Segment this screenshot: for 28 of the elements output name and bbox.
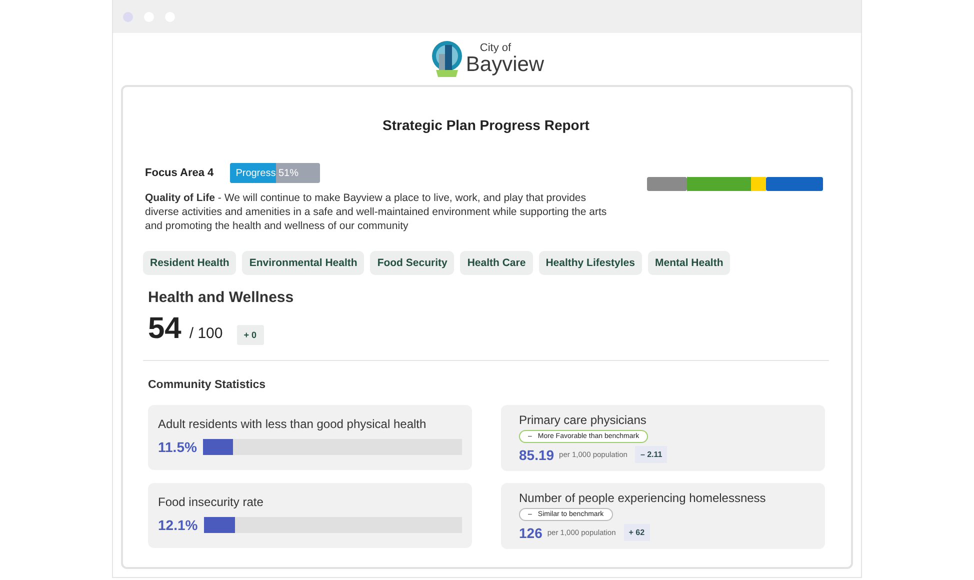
- category-tab[interactable]: Health Care: [460, 251, 533, 275]
- focus-description: Quality of Life - We will continue to make Bayview a place to live, work, and play that provides diverse activities and amenities in a safe and well-maintained environment while supporting the arts and promoting the health and wellness of our community: [145, 191, 608, 233]
- score-max: / 100: [189, 325, 223, 342]
- stat-change: – 2.11: [635, 446, 668, 463]
- stats-title: Community Statistics: [148, 379, 267, 391]
- category-tab[interactable]: Healthy Lifestyles: [538, 251, 642, 275]
- stat-value: 11.5%: [158, 439, 197, 455]
- stat-value: 126: [519, 524, 542, 540]
- stat-change: + 62: [624, 524, 650, 541]
- focus-area-label: Focus Area 4: [145, 167, 214, 179]
- section-title: Health and Wellness: [148, 289, 295, 306]
- stat-value: 85.19: [519, 446, 554, 462]
- stat-label: Food insecurity rate: [158, 495, 264, 509]
- category-tab[interactable]: Resident Health: [143, 251, 236, 275]
- progress-bar: Progress 51%: [230, 163, 320, 183]
- stat-label: Primary care physicians: [519, 413, 648, 427]
- logo-subtitle: City of: [480, 43, 512, 54]
- category-tab[interactable]: Mental Health: [648, 251, 730, 275]
- report-title: Strategic Plan Progress Report: [382, 117, 590, 133]
- stat-value: 12.1%: [158, 517, 198, 533]
- category-tab[interactable]: Food Security: [370, 251, 454, 275]
- score-change: + 0: [236, 325, 264, 345]
- category-tab[interactable]: Environmental Health: [242, 251, 364, 275]
- score-value: 54: [148, 312, 182, 346]
- logo-title: Bayview: [466, 54, 544, 75]
- stat-label: Adult residents with less than good physical health: [158, 417, 428, 431]
- stat-label: Number of people experiencing homelessness: [519, 491, 767, 505]
- city-logo-icon: [430, 40, 464, 78]
